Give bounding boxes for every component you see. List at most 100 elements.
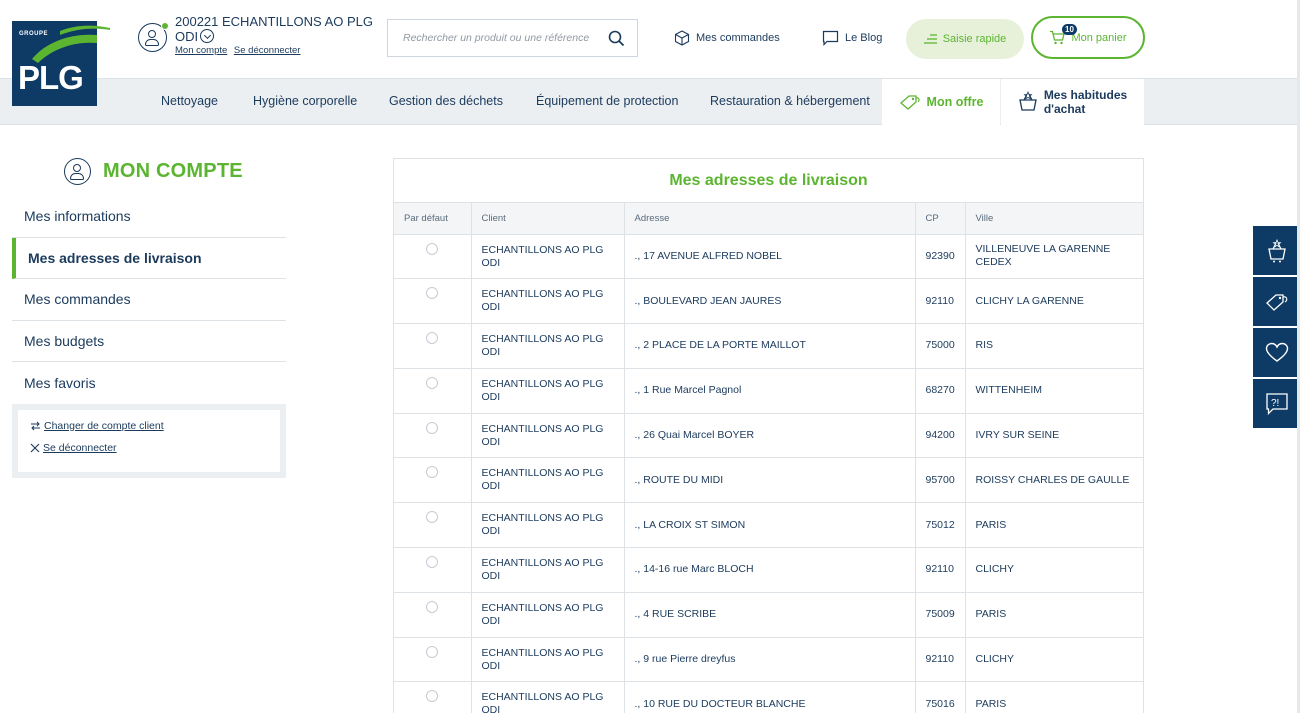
orders-link[interactable]: Mes commandes <box>674 30 780 46</box>
nav-item-waste[interactable]: Gestion des déchets <box>389 94 503 108</box>
floating-offer-button[interactable] <box>1253 277 1300 328</box>
menu-item-my-orders[interactable]: Mes commandes <box>12 279 286 321</box>
box-icon <box>674 30 690 46</box>
menu-item-my-budgets[interactable]: Mes budgets <box>12 321 286 362</box>
account-section-header: MON COMPTE <box>64 158 243 185</box>
cell-cp: 94200 <box>915 413 966 459</box>
account-name[interactable]: 200221 ECHANTILLONS AO PLG ODI <box>175 14 375 44</box>
default-address-radio[interactable] <box>426 466 439 479</box>
default-address-radio[interactable] <box>426 600 439 613</box>
search-box <box>387 19 638 57</box>
svg-text:?!: ?! <box>1271 398 1279 409</box>
change-account-link[interactable]: Changer de compte client <box>30 420 268 432</box>
default-radio <box>394 592 472 638</box>
nav-item-cleaning[interactable]: Nettoyage <box>161 94 218 108</box>
cell-address: ., ROUTE DU MIDI <box>624 457 916 504</box>
cell-client: ECHANTILLONS AO PLG ODI <box>471 592 625 638</box>
table-row: ECHANTILLONS AO PLG ODI., 10 RUE DU DOCT… <box>394 681 1143 713</box>
cell-city: ROISSY CHARLES DE GAULLE <box>965 457 1143 504</box>
nav-buying-habits[interactable]: Mes habitudes d'achat <box>1001 79 1144 125</box>
sidebar-logout-link[interactable]: Se déconnecter <box>30 442 268 454</box>
cell-address: ., 1 Rue Marcel Pagnol <box>624 368 916 414</box>
default-radio <box>394 368 472 414</box>
search-icon[interactable] <box>608 30 625 47</box>
cell-client: ECHANTILLONS AO PLG ODI <box>471 681 625 713</box>
col-header-address: Adresse <box>624 203 916 235</box>
default-radio <box>394 234 472 280</box>
cell-address: ., 9 rue Pierre dreyfus <box>624 637 916 683</box>
cell-address: ., 17 AVENUE ALFRED NOBEL <box>624 234 916 280</box>
orders-label: Mes commandes <box>696 32 780 44</box>
nav-item-protection[interactable]: Équipement de protection <box>536 94 678 108</box>
cell-cp: 75009 <box>915 592 966 638</box>
cell-cp: 75016 <box>915 681 966 713</box>
menu-item-my-favorites[interactable]: Mes favoris <box>12 362 286 404</box>
nav-my-offer[interactable]: Mon offre <box>882 79 1000 125</box>
help-chat-icon: ?! <box>1265 392 1288 415</box>
my-account-link[interactable]: Mon compte <box>175 45 227 56</box>
sidebar-logout-label: Se déconnecter <box>43 442 117 454</box>
nav-buying-habits-line2: d'achat <box>1043 102 1086 116</box>
cell-city: VILLENEUVE LA GARENNE CEDEX <box>965 234 1143 280</box>
logout-link[interactable]: Se déconnecter <box>234 45 301 56</box>
heart-icon <box>1265 342 1288 362</box>
cell-city: RIS <box>965 323 1143 369</box>
cart-button[interactable]: 10 Mon panier <box>1031 16 1145 59</box>
change-account-label: Changer de compte client <box>44 420 164 432</box>
cell-address: ., 2 PLACE DE LA PORTE MAILLOT <box>624 323 916 369</box>
default-address-radio[interactable] <box>426 556 439 569</box>
floating-help-button[interactable]: ?! <box>1253 379 1300 430</box>
table-row: ECHANTILLONS AO PLG ODI., 26 Quai Marcel… <box>394 413 1143 459</box>
cell-client: ECHANTILLONS AO PLG ODI <box>471 502 625 549</box>
quick-entry-button[interactable]: Saisie rapide <box>906 19 1024 59</box>
table-row: ECHANTILLONS AO PLG ODI., LA CROIX ST SI… <box>394 502 1143 549</box>
search-input[interactable] <box>388 20 603 56</box>
cell-city: PARIS <box>965 592 1143 638</box>
cell-address: ., BOULEVARD JEAN JAURES <box>624 278 916 325</box>
floating-basket-button[interactable] <box>1253 226 1300 277</box>
page-title: MON COMPTE <box>103 160 243 182</box>
cell-cp: 92110 <box>915 278 966 325</box>
default-address-radio[interactable] <box>426 690 439 703</box>
addresses-title: Mes adresses de livraison <box>394 159 1143 203</box>
col-header-default: Par défaut <box>394 203 472 235</box>
default-address-radio[interactable] <box>426 242 439 255</box>
cell-cp: 68270 <box>915 368 966 414</box>
default-address-radio[interactable] <box>426 645 439 658</box>
nav-item-catering[interactable]: Restauration & hébergement <box>710 94 870 108</box>
account-name-line2: ODI <box>175 29 199 44</box>
header: GROUPE PLG 200221 ECHANTILLONS AO PLG OD… <box>0 0 1300 106</box>
table-row: ECHANTILLONS AO PLG ODI., 14-16 rue Marc… <box>394 547 1143 593</box>
cell-client: ECHANTILLONS AO PLG ODI <box>471 413 625 459</box>
default-address-radio[interactable] <box>426 511 439 524</box>
nav-item-hygiene[interactable]: Hygiène corporelle <box>253 94 357 108</box>
cell-city: CLICHY LA GARENNE <box>965 278 1143 325</box>
table-row: ECHANTILLONS AO PLG ODI., 4 RUE SCRIBE 75… <box>394 592 1143 638</box>
default-radio <box>394 681 472 713</box>
floating-favorites-button[interactable] <box>1253 328 1300 379</box>
default-radio <box>394 637 472 683</box>
default-address-radio[interactable] <box>426 421 439 434</box>
col-header-client: Client <box>471 203 625 235</box>
logo-swoosh-tail-icon <box>60 25 110 35</box>
default-address-radio[interactable] <box>426 376 439 389</box>
addresses-panel: Mes adresses de livraison Par défaut Cli… <box>393 158 1144 713</box>
default-address-radio[interactable] <box>426 287 439 300</box>
menu-item-my-info[interactable]: Mes informations <box>12 196 286 238</box>
cell-cp: 92110 <box>915 637 966 683</box>
chevron-down-icon[interactable] <box>200 29 215 43</box>
floating-side-bar: ?! <box>1253 226 1300 430</box>
cell-client: ECHANTILLONS AO PLG ODI <box>471 457 625 504</box>
user-avatar-icon[interactable] <box>138 22 169 52</box>
blog-link[interactable]: Le Blog <box>822 30 882 46</box>
cell-city: IVRY SUR SEINE <box>965 413 1143 459</box>
default-radio <box>394 457 472 504</box>
menu-item-delivery-addresses[interactable]: Mes adresses de livraison <box>12 237 286 279</box>
user-icon <box>64 158 91 185</box>
default-radio <box>394 278 472 325</box>
table-row: ECHANTILLONS AO PLG ODI., 2 PLACE DE LA … <box>394 323 1143 369</box>
chat-bubble-icon <box>822 30 839 46</box>
table-row: ECHANTILLONS AO PLG ODI., 1 Rue Marcel P… <box>394 368 1143 414</box>
default-radio <box>394 323 472 369</box>
default-address-radio[interactable] <box>426 332 439 345</box>
